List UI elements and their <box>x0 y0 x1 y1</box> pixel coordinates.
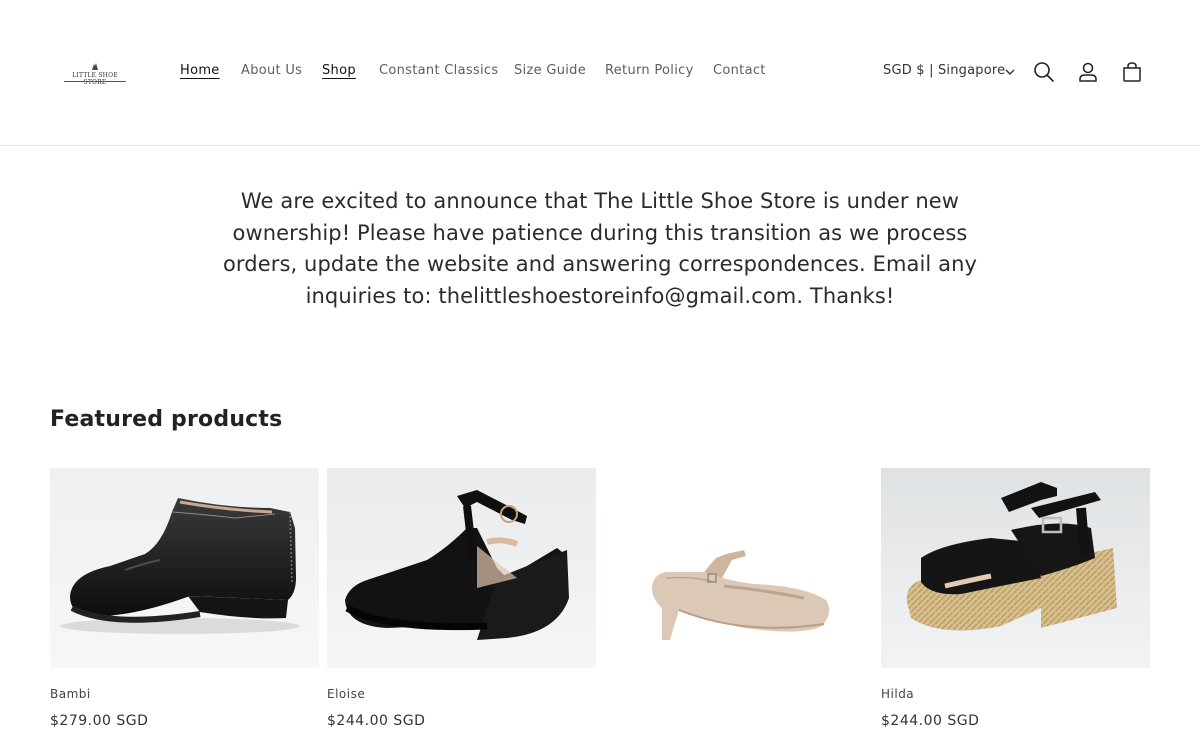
account-icon[interactable] <box>1077 61 1099 83</box>
logo-text: LITTLE SHOE STORE <box>72 72 118 86</box>
nav-shop[interactable]: Shop <box>322 63 356 78</box>
site-header: LITTLE SHOE STORE Home About Us Shop Con… <box>0 0 1200 146</box>
product-image[interactable] <box>50 468 319 668</box>
black-wedge-bootie-image <box>50 468 319 668</box>
nav-home[interactable]: Home <box>180 63 220 78</box>
currency-selector[interactable]: SGD $ | Singapore <box>883 63 1015 78</box>
product-name[interactable]: Eloise <box>327 687 365 701</box>
nav-return-policy[interactable]: Return Policy <box>605 63 694 78</box>
product-image[interactable] <box>881 468 1150 668</box>
product-name[interactable]: Bambi <box>50 687 91 701</box>
logo-mark-icon <box>92 63 98 70</box>
nav-about-us[interactable]: About Us <box>241 63 302 78</box>
product-name[interactable]: Hilda <box>881 687 914 701</box>
product-card-bambi[interactable]: Bambi $279.00 SGD <box>50 468 319 729</box>
black-t-strap-wedge-image <box>327 468 596 668</box>
cart-icon[interactable] <box>1121 61 1143 83</box>
product-card-eloise[interactable]: Eloise $244.00 SGD <box>327 468 596 729</box>
announcement-text: We are excited to announce that The Litt… <box>222 189 978 308</box>
nav-constant-classics[interactable]: Constant Classics <box>379 63 498 78</box>
product-card-hilda[interactable]: Hilda $244.00 SGD <box>881 468 1150 729</box>
product-price: $244.00 SGD <box>881 713 980 729</box>
product-price: $244.00 SGD <box>327 713 426 729</box>
store-logo[interactable]: LITTLE SHOE STORE <box>62 60 128 88</box>
nude-mary-jane-heel-image <box>604 468 873 668</box>
currency-label: SGD $ | Singapore <box>883 63 1006 78</box>
featured-products-heading: Featured products <box>50 407 283 432</box>
nav-contact[interactable]: Contact <box>713 63 766 78</box>
chevron-down-icon <box>1005 69 1015 75</box>
product-price: $279.00 SGD <box>50 713 149 729</box>
product-card-mary-jane[interactable] <box>604 468 873 668</box>
search-icon[interactable] <box>1033 61 1055 83</box>
nav-size-guide[interactable]: Size Guide <box>514 63 586 78</box>
logo-underline <box>64 81 126 82</box>
product-image[interactable] <box>604 468 873 668</box>
product-image[interactable] <box>327 468 596 668</box>
black-espadrille-wedge-image <box>881 468 1150 668</box>
